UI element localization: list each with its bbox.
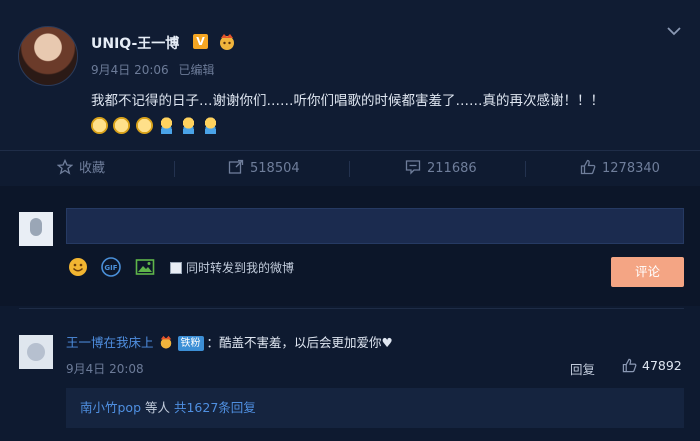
author-username[interactable]: UNIQ-王一博 [91, 33, 179, 53]
comment-icon [405, 160, 421, 175]
thumbs-up-icon [622, 358, 637, 373]
favorite-button[interactable]: 收藏 [56, 151, 106, 187]
forward-label[interactable]: 同时转发到我的微博 [186, 259, 294, 276]
favorite-label: 收藏 [79, 161, 106, 176]
chevron-down-icon[interactable] [667, 24, 681, 40]
commenter-username[interactable]: 王一博在我床上 [66, 335, 154, 350]
crown-badge-icon [220, 34, 234, 50]
comment-time: 9月4日 20:08 [66, 362, 144, 376]
comment-like-count: 47892 [642, 358, 682, 373]
hug-emoji-icon [202, 117, 220, 134]
my-avatar[interactable] [19, 212, 53, 246]
image-icon[interactable] [135, 257, 155, 277]
gif-icon[interactable]: GIF [101, 257, 121, 277]
sub-reply-count[interactable]: 共1627条回复 [174, 400, 256, 415]
star-icon [56, 158, 74, 175]
hug-emoji-icon [180, 117, 198, 134]
smiley-icon[interactable] [68, 257, 88, 277]
edited-label[interactable]: 已编辑 [179, 63, 215, 77]
repost-button[interactable]: 518504 [228, 151, 300, 187]
cry-emoji-icon [91, 117, 108, 134]
sub-reply-user[interactable]: 南小竹pop [80, 400, 141, 415]
post-date[interactable]: 9月4日 20:06 [91, 63, 169, 77]
cry-emoji-icon [135, 117, 153, 134]
thumbs-up-icon [580, 159, 596, 175]
comments-divider [19, 308, 684, 309]
svg-text:GIF: GIF [104, 264, 117, 272]
comment-like-button[interactable]: 47892 [622, 358, 682, 373]
comment-composer [0, 186, 700, 306]
like-button[interactable]: 1278340 [580, 151, 660, 187]
post-text: 我都不记得的日子…谢谢你们……听你们唱歌的时候都害羞了……真的再次感谢！！！ [91, 93, 604, 109]
divider [525, 161, 526, 177]
reply-button[interactable]: 回复 [570, 359, 595, 378]
comment-line: 王一博在我床上 铁粉 ：酷盖不害羞，以后会更加爱你♥ [66, 332, 393, 351]
fan-badge: 铁粉 [177, 336, 204, 351]
sub-replies-summary[interactable]: 南小竹pop 等人 共1627条回复 [66, 388, 684, 428]
repost-icon [228, 159, 244, 174]
repost-count: 518504 [250, 161, 300, 176]
comment-input[interactable] [66, 208, 684, 244]
submit-comment-button[interactable]: 评论 [611, 257, 684, 287]
post-meta: 9月4日 20:06 已编辑 [91, 61, 221, 78]
crown-badge-icon [160, 335, 171, 349]
author-avatar[interactable] [18, 26, 78, 86]
divider [349, 161, 350, 177]
hug-emoji-icon [157, 117, 175, 134]
forward-checkbox[interactable] [170, 262, 182, 274]
divider [174, 161, 175, 177]
comment-text: ：酷盖不害羞，以后会更加爱你♥ [206, 335, 393, 350]
sub-reply-middle: 等人 [141, 400, 174, 415]
verified-badge: V [193, 34, 208, 49]
cry-emoji-icon [113, 117, 131, 134]
post-action-bar: 收藏 518504 211686 1278340 [0, 150, 700, 188]
comment-count: 211686 [427, 161, 477, 176]
comment-button[interactable]: 211686 [405, 151, 477, 187]
post-content: 我都不记得的日子…谢谢你们……听你们唱歌的时候都害羞了……真的再次感谢！！！ [91, 88, 621, 140]
like-count: 1278340 [602, 161, 660, 176]
commenter-avatar[interactable] [19, 335, 53, 369]
